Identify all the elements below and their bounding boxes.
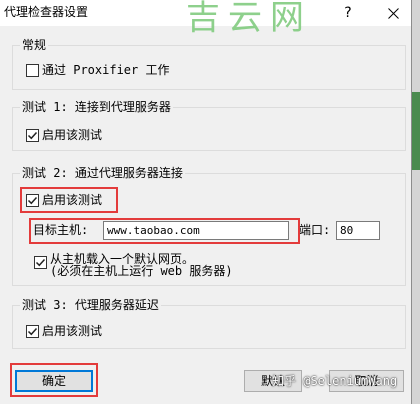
checkmark-icon: [27, 327, 38, 336]
highlight-box-ok-button: [10, 363, 98, 397]
work-through-proxifier-label[interactable]: 通过 Proxifier 工作: [42, 63, 169, 77]
highlight-box-test2-enable: [20, 187, 118, 213]
background-window-strip: [412, 0, 420, 404]
work-through-proxifier-checkbox[interactable]: [26, 64, 39, 77]
test1-enable-checkbox[interactable]: [26, 129, 39, 142]
help-button-label: ?: [344, 5, 352, 21]
group-general-title: 常规: [20, 38, 49, 52]
group-test2-title: 测试 2: 通过代理服务器连接: [20, 166, 185, 180]
close-button[interactable]: [379, 0, 407, 26]
port-label: 端口:: [299, 223, 331, 237]
watermark-top: 吉云网: [186, 0, 312, 38]
test3-enable-label[interactable]: 启用该测试: [42, 324, 102, 338]
test3-enable-checkbox[interactable]: [26, 325, 39, 338]
test1-enable-label[interactable]: 启用该测试: [42, 128, 102, 142]
checkmark-icon: [35, 258, 46, 267]
load-default-page-note[interactable]: (必须在主机上运行 web 服务器): [50, 264, 233, 278]
help-button[interactable]: ?: [336, 0, 360, 26]
group-test3-title: 测试 3: 代理服务器延迟: [20, 298, 161, 312]
proxy-checker-settings-dialog: 代理检查器设置 ? 常规 通过 Proxifier 工作 测试 1: 连接到代理…: [0, 0, 412, 404]
load-default-page-checkbox[interactable]: [34, 256, 47, 269]
window-title: 代理检查器设置: [4, 5, 89, 19]
background-window-band: [412, 92, 420, 170]
watermark-bottom: 知乎 @SeleniumWang: [272, 374, 398, 388]
port-input[interactable]: [336, 221, 380, 240]
highlight-box-target-host: [29, 218, 300, 244]
checkmark-icon: [27, 131, 38, 140]
close-icon: [387, 7, 399, 19]
group-test1-title: 测试 1: 连接到代理服务器: [20, 100, 173, 114]
